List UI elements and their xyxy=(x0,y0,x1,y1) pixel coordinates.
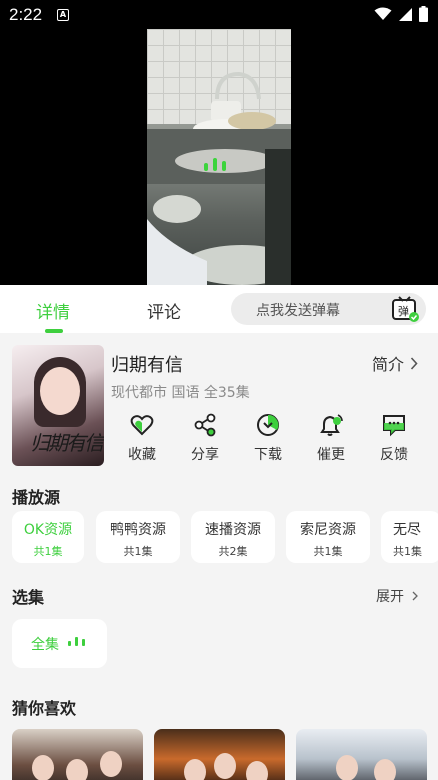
episode-item[interactable]: 全集 xyxy=(12,619,107,668)
video-player[interactable]: 2:22 A xyxy=(0,0,438,285)
tab-comments[interactable]: 评论 xyxy=(147,298,181,323)
drama-title: 归期有信 xyxy=(111,355,183,376)
source-name: 速播资源 xyxy=(205,522,261,538)
feedback-button[interactable]: 反馈 xyxy=(369,413,419,468)
recommend-title: 猜你喜欢 xyxy=(12,699,77,718)
recommend-card[interactable] xyxy=(296,729,427,780)
status-time: 2:22 xyxy=(9,5,43,24)
action-row: 收藏 分享 下载 催更 反馈 xyxy=(111,413,427,468)
source-sony[interactable]: 索尼资源 共1集 xyxy=(286,511,370,563)
source-ok[interactable]: OK资源 共1集 xyxy=(12,511,84,563)
intro-link[interactable]: 简介 xyxy=(372,351,418,375)
source-episodes: 共2集 xyxy=(218,545,248,558)
status-icons xyxy=(374,6,428,22)
urge-update-button[interactable]: 催更 xyxy=(306,413,356,468)
drama-meta: 现代都市 国语 全35集 xyxy=(111,385,250,401)
episodes-title: 选集 xyxy=(12,588,45,607)
tab-bar: 详情 评论 点我发送弹幕 弹 xyxy=(0,285,438,333)
share-icon xyxy=(194,413,216,437)
sources-title: 播放源 xyxy=(12,488,61,507)
feedback-icon xyxy=(383,415,405,437)
source-episodes: 共1集 xyxy=(393,545,422,558)
loading-bars-icon xyxy=(204,158,226,171)
source-name: 无尽 xyxy=(393,522,421,538)
source-episodes: 共1集 xyxy=(33,545,63,558)
danmaku-icon[interactable]: 弹 xyxy=(390,295,420,323)
source-yaya[interactable]: 鸭鸭资源 共1集 xyxy=(96,511,180,563)
poster-title: 归期有信 xyxy=(30,431,104,455)
status-bar: 2:22 A xyxy=(0,0,438,30)
app-notification-icon: A xyxy=(57,9,69,21)
expand-label: 展开 xyxy=(376,589,404,605)
playing-indicator-icon xyxy=(68,637,85,646)
battery-icon xyxy=(419,6,428,22)
recommend-card[interactable] xyxy=(154,729,285,780)
heart-icon xyxy=(130,415,154,436)
share-label: 分享 xyxy=(191,447,219,463)
source-subo[interactable]: 速播资源 共2集 xyxy=(191,511,275,563)
favorite-button[interactable]: 收藏 xyxy=(117,413,167,468)
source-name: OK资源 xyxy=(23,522,73,538)
intro-label: 简介 xyxy=(371,355,404,374)
tab-details[interactable]: 详情 xyxy=(36,298,70,323)
drama-poster[interactable]: 归期有信 xyxy=(12,345,104,466)
source-episodes: 共1集 xyxy=(123,545,153,558)
source-name: 索尼资源 xyxy=(300,522,356,538)
episode-label: 全集 xyxy=(31,637,59,653)
favorite-label: 收藏 xyxy=(128,447,156,463)
source-wujin[interactable]: 无尽 共1集 xyxy=(381,511,438,563)
chevron-right-icon xyxy=(410,356,418,370)
chevron-right-icon xyxy=(412,591,418,601)
signal-icon xyxy=(399,7,412,21)
share-button[interactable]: 分享 xyxy=(180,413,230,468)
bell-icon xyxy=(320,414,343,436)
expand-episodes-button[interactable]: 展开 xyxy=(376,586,418,606)
download-button[interactable]: 下载 xyxy=(243,413,293,468)
download-icon xyxy=(257,414,279,436)
source-name: 鸭鸭资源 xyxy=(110,522,166,538)
wifi-icon xyxy=(374,7,392,20)
danmaku-icon-text: 弹 xyxy=(398,304,409,318)
video-scene-dishes xyxy=(147,71,291,285)
download-label: 下载 xyxy=(254,447,282,463)
recommend-card[interactable] xyxy=(12,729,143,780)
danmaku-placeholder: 点我发送弹幕 xyxy=(256,303,340,319)
feedback-label: 反馈 xyxy=(380,447,408,463)
video-frame[interactable] xyxy=(147,29,291,285)
urge-update-label: 催更 xyxy=(317,447,345,463)
source-episodes: 共1集 xyxy=(313,545,343,558)
source-list: OK资源 共1集 鸭鸭资源 共1集 速播资源 共2集 索尼资源 共1集 无尽 共… xyxy=(12,511,438,563)
danmaku-input[interactable]: 点我发送弹幕 弹 xyxy=(231,293,426,325)
details-content: 归期有信 归期有信 简介 现代都市 国语 全35集 收藏 分享 下载 催更 反馈… xyxy=(0,333,438,780)
